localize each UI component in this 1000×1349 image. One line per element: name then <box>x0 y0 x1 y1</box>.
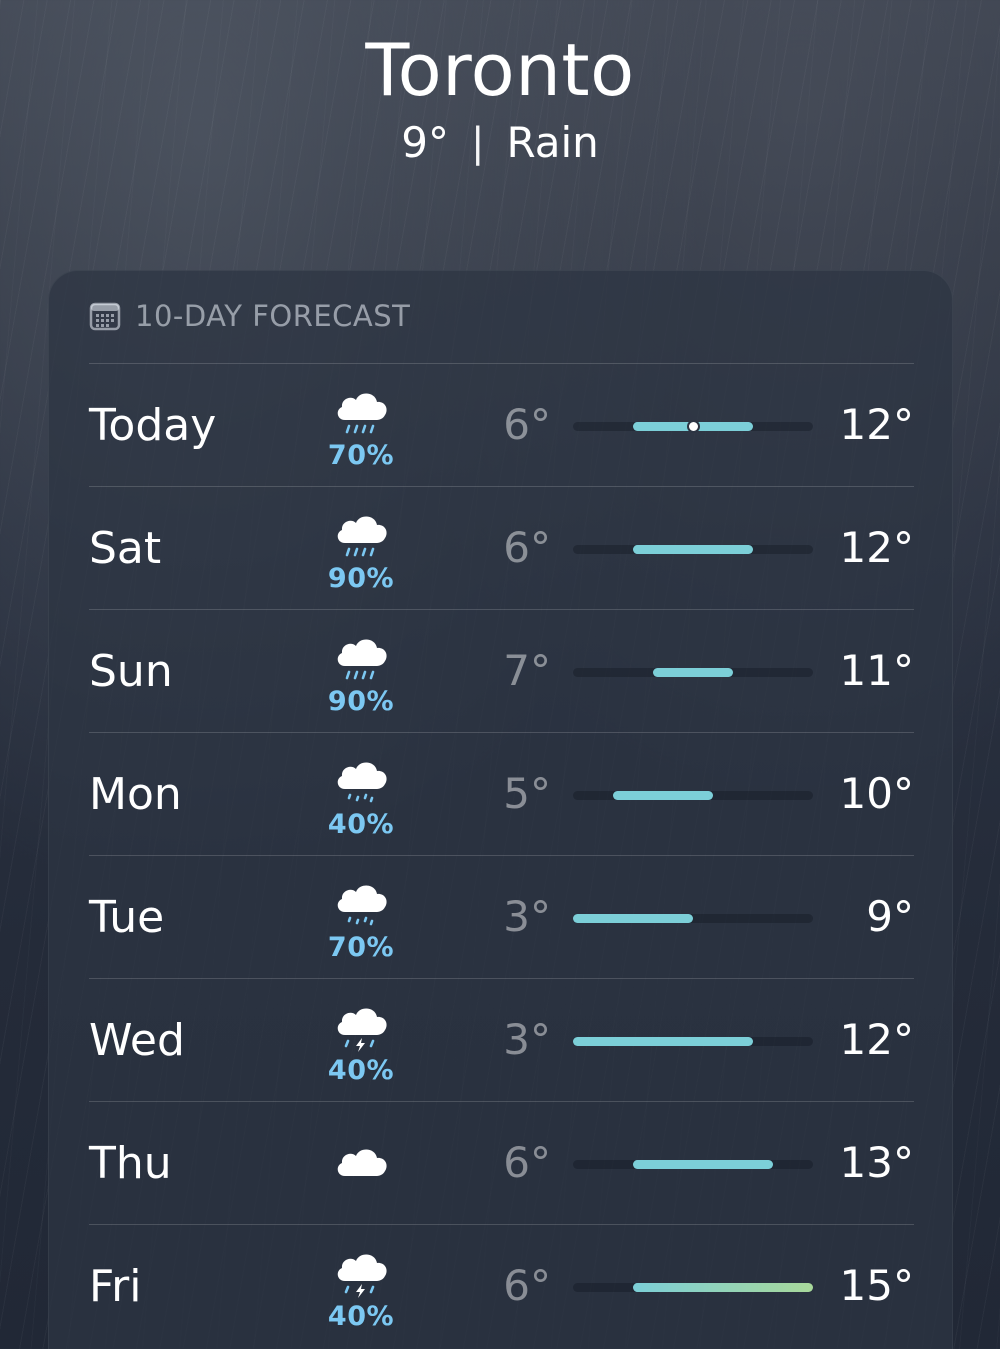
temperature-range-track <box>573 545 813 554</box>
low-temperature: 6° <box>503 523 551 572</box>
location-header: Toronto 9° | Rain <box>0 28 1000 168</box>
high-temperature: 11° <box>839 646 914 695</box>
high-temperature: 12° <box>839 523 914 572</box>
high-temperature: 12° <box>839 400 914 449</box>
forecast-day-label: Thu <box>89 1138 172 1189</box>
cloud-rain-icon <box>337 393 387 434</box>
high-temperature: 10° <box>839 769 914 818</box>
precipitation-chance: 90% <box>327 563 395 594</box>
high-temperature: 15° <box>839 1261 914 1310</box>
precipitation-chance: 40% <box>327 1055 395 1086</box>
temperature-range-track <box>573 1037 813 1046</box>
temperature-range-track <box>573 1283 813 1292</box>
cloud-rain-icon <box>337 639 387 680</box>
cloud-rain-icon <box>337 516 387 557</box>
cloud-icon <box>337 1149 387 1176</box>
forecast-row-fri[interactable]: Fri 40% 6° 15° <box>89 1224 914 1347</box>
forecast-day-label: Mon <box>89 769 182 820</box>
current-condition: Rain <box>506 118 599 167</box>
temperature-range-bar <box>573 914 693 923</box>
low-temperature: 5° <box>503 769 551 818</box>
high-temperature: 9° <box>866 892 914 941</box>
temperature-range-bar <box>613 791 713 800</box>
current-conditions: 9° | Rain <box>0 118 1000 168</box>
temperature-range-track <box>573 668 813 677</box>
forecast-row-tue[interactable]: Tue 70% 3° 9° <box>89 855 914 978</box>
forecast-row-sat[interactable]: Sat 90% 6° 12° <box>89 486 914 609</box>
forecast-card-header: 10-DAY FORECAST <box>89 299 410 333</box>
temperature-range-bar <box>633 545 753 554</box>
forecast-row-wed[interactable]: Wed 40% 3° 12° <box>89 978 914 1101</box>
forecast-row-thu[interactable]: Thu 6° 13° <box>89 1101 914 1224</box>
precipitation-chance: 40% <box>327 1301 395 1332</box>
temperature-range-track <box>573 1160 813 1169</box>
forecast-row-mon[interactable]: Mon 40% 5° 10° <box>89 732 914 855</box>
low-temperature: 3° <box>503 1015 551 1064</box>
precipitation-chance: 90% <box>327 686 395 717</box>
high-temperature: 12° <box>839 1015 914 1064</box>
temperature-range-track <box>573 420 813 433</box>
cloud-drizzle-icon <box>337 885 387 926</box>
low-temperature: 7° <box>503 646 551 695</box>
precipitation-chance: 70% <box>327 440 395 471</box>
temperature-range-track <box>573 791 813 800</box>
cloud-bolt-rain-icon <box>337 1008 387 1052</box>
precipitation-chance: 40% <box>327 809 395 840</box>
current-temperature: 9° <box>401 118 449 167</box>
conditions-separator: | <box>470 120 485 166</box>
temperature-range-bar <box>653 668 733 677</box>
ten-day-forecast-card[interactable]: 10-DAY FORECAST Today 70% 6° 12° Sat 90% 6° 12°… <box>48 270 953 1349</box>
calendar-icon <box>89 302 121 331</box>
forecast-day-label: Sat <box>89 523 162 574</box>
temperature-range-bar <box>633 1283 813 1292</box>
low-temperature: 3° <box>503 892 551 941</box>
forecast-card-title: 10-DAY FORECAST <box>135 299 411 333</box>
current-temperature-marker <box>686 420 700 433</box>
temperature-range-track <box>573 914 813 923</box>
forecast-day-label: Fri <box>89 1261 142 1312</box>
precipitation-chance: 70% <box>327 932 395 963</box>
forecast-row-today[interactable]: Today 70% 6° 12° <box>89 363 914 486</box>
forecast-rows: Today 70% 6° 12° Sat 90% 6° 12° Sun 90% 7° 11° Mon 40… <box>89 363 914 1347</box>
forecast-day-label: Today <box>89 400 217 451</box>
temperature-range-bar <box>573 1037 753 1046</box>
forecast-day-label: Sun <box>89 646 173 697</box>
low-temperature: 6° <box>503 400 551 449</box>
cloud-bolt-rain-icon <box>337 1254 387 1298</box>
cloud-drizzle-icon <box>337 762 387 803</box>
temperature-range-bar <box>633 1160 773 1169</box>
low-temperature: 6° <box>503 1138 551 1187</box>
forecast-row-sun[interactable]: Sun 90% 7° 11° <box>89 609 914 732</box>
city-name: Toronto <box>365 28 635 112</box>
forecast-day-label: Tue <box>89 892 165 943</box>
forecast-day-label: Wed <box>89 1015 185 1066</box>
low-temperature: 6° <box>503 1261 551 1310</box>
high-temperature: 13° <box>839 1138 914 1187</box>
